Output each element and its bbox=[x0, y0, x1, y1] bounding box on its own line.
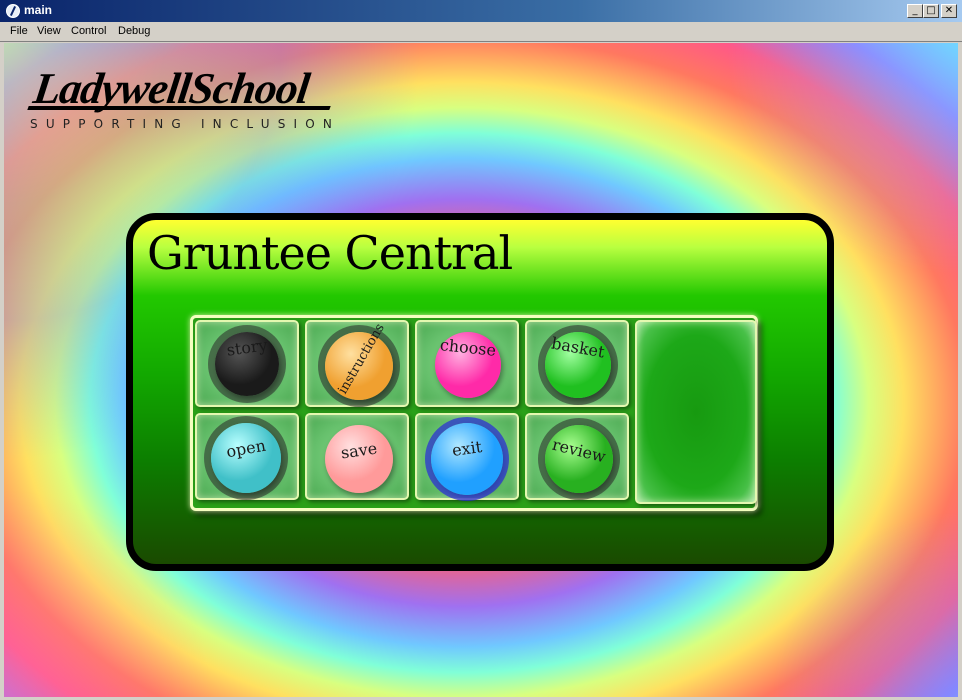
cell-review: review bbox=[525, 413, 629, 500]
cell-save: save bbox=[305, 413, 409, 500]
app-canvas: LadywellSchool SUPPORTING INCLUSION Grun… bbox=[4, 43, 958, 697]
menu-view[interactable]: View bbox=[37, 25, 61, 37]
button-grid: story instructions choose basket open sa… bbox=[190, 315, 758, 511]
cell-instructions: instructions bbox=[305, 320, 409, 407]
maximize-button[interactable]: □ bbox=[923, 4, 939, 18]
instructions-button[interactable]: instructions bbox=[325, 321, 393, 400]
window-title: main bbox=[24, 3, 53, 17]
story-label: story bbox=[225, 335, 269, 360]
minimize-button[interactable]: _ bbox=[907, 4, 923, 18]
menu-control[interactable]: Control bbox=[71, 25, 106, 37]
menu-file[interactable]: File bbox=[10, 25, 28, 37]
empty-slot[interactable] bbox=[635, 320, 757, 504]
review-label: review bbox=[550, 434, 608, 467]
title-bar: main _ □ ✕ bbox=[0, 0, 962, 22]
menu-bar: File View Control Debug bbox=[0, 22, 962, 42]
menu-debug[interactable]: Debug bbox=[118, 25, 150, 37]
open-label: open bbox=[224, 435, 268, 462]
cell-exit: exit bbox=[415, 413, 519, 500]
save-button[interactable]: save bbox=[325, 425, 393, 493]
logo-underline bbox=[27, 106, 331, 110]
exit-button[interactable]: exit bbox=[431, 423, 503, 495]
cell-choose: choose bbox=[415, 320, 519, 407]
cell-story: story bbox=[195, 320, 299, 407]
panel-title: Gruntee Central bbox=[147, 226, 513, 280]
cell-open: open bbox=[195, 413, 299, 500]
exit-label: exit bbox=[450, 437, 484, 460]
school-logo: LadywellSchool SUPPORTING INCLUSION bbox=[27, 63, 348, 133]
close-button[interactable]: ✕ bbox=[941, 4, 957, 18]
app-icon[interactable] bbox=[6, 4, 20, 18]
logo-tagline: SUPPORTING INCLUSION bbox=[30, 117, 341, 131]
save-label: save bbox=[339, 438, 379, 463]
instructions-label: instructions bbox=[335, 321, 388, 397]
open-button[interactable]: open bbox=[211, 423, 281, 493]
story-button[interactable]: story bbox=[215, 332, 279, 396]
main-panel: Gruntee Central story instructions choos… bbox=[126, 213, 834, 571]
basket-label: basket bbox=[549, 333, 607, 362]
cell-basket: basket bbox=[525, 320, 629, 407]
choose-button[interactable]: choose bbox=[435, 332, 501, 398]
review-button[interactable]: review bbox=[545, 425, 613, 493]
basket-button[interactable]: basket bbox=[545, 332, 611, 398]
choose-label: choose bbox=[439, 335, 497, 360]
